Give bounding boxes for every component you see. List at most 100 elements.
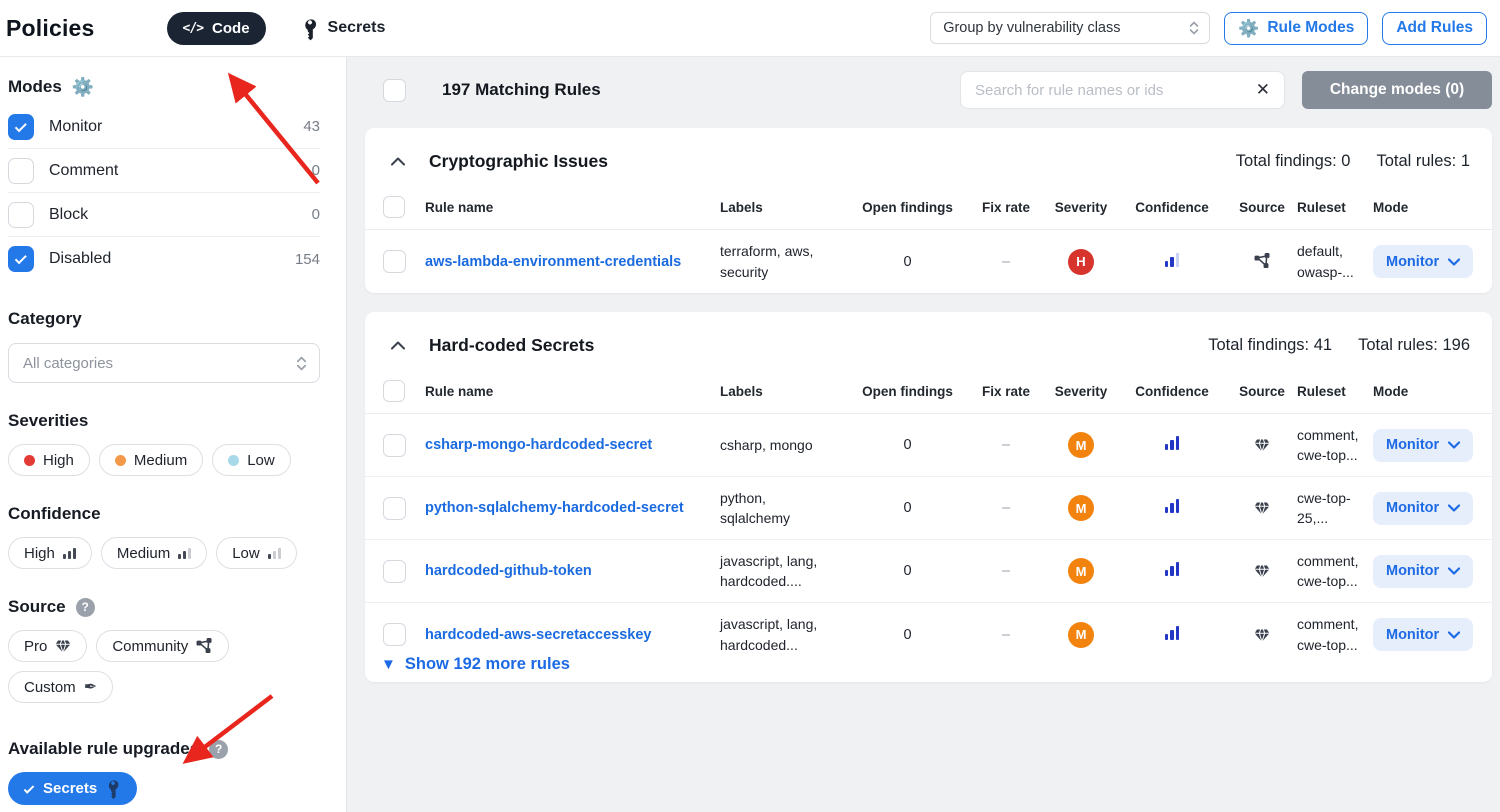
add-rules-button[interactable]: Add Rules <box>1382 12 1487 45</box>
rows-container: csharp-mongo-hardcoded-secret csharp, mo… <box>365 414 1492 653</box>
table-header: Rule name Labels Open findings Fix rate … <box>365 196 1492 230</box>
modes-title-text: Modes <box>8 77 62 97</box>
row-checkbox[interactable] <box>383 434 406 457</box>
select-group-checkbox[interactable] <box>383 196 405 218</box>
help-icon[interactable]: ? <box>76 598 95 617</box>
confidence-filter-high[interactable]: High <box>8 537 92 569</box>
rule-labels: javascript, lang, hardcoded.... <box>720 551 848 592</box>
row-checkbox[interactable] <box>383 623 406 646</box>
row-checkbox[interactable] <box>383 250 406 273</box>
tab-code[interactable]: </> Code <box>167 12 266 45</box>
mode-label: Comment <box>49 162 118 180</box>
checkbox-unchecked[interactable] <box>8 202 34 228</box>
table-row: hardcoded-aws-secretaccesskey javascript… <box>365 603 1492 653</box>
collapse-group-button[interactable] <box>387 337 409 354</box>
total-rules: Total rules: 1 <box>1376 152 1470 171</box>
fix-rate-value: – <box>1002 437 1010 453</box>
key-icon <box>103 778 124 799</box>
confidence-filter-low[interactable]: Low <box>216 537 297 569</box>
clear-search-icon[interactable]: ✕ <box>1254 80 1272 100</box>
open-findings-value: 0 <box>903 254 911 270</box>
severity-medium-badge: M <box>1068 558 1094 584</box>
rule-labels: python, sqlalchemy <box>720 488 848 529</box>
show-more-rules-button[interactable]: ▼ Show 192 more rules <box>365 653 586 682</box>
mode-value: Monitor <box>1386 563 1439 579</box>
mode-dropdown[interactable]: Monitor <box>1373 555 1473 588</box>
chevron-up-icon <box>391 341 405 350</box>
source-filter-community[interactable]: Community <box>96 630 229 662</box>
network-icon <box>196 638 213 655</box>
mode-filter-comment[interactable]: Comment 0 <box>8 149 320 193</box>
total-findings: Total findings: 0 <box>1236 152 1351 171</box>
ruleset-value: default, owasp-... <box>1297 241 1373 282</box>
gear-icon[interactable]: ⚙️ <box>72 78 94 96</box>
mode-dropdown[interactable]: Monitor <box>1373 492 1473 525</box>
category-section-title: Category <box>8 309 320 329</box>
fix-rate-value: – <box>1002 254 1010 270</box>
mode-count: 43 <box>303 118 320 135</box>
group-by-select[interactable]: Group by vulnerability class <box>930 12 1210 44</box>
rule-name-link[interactable]: aws-lambda-environment-credentials <box>425 254 720 270</box>
mode-dropdown[interactable]: Monitor <box>1373 618 1473 651</box>
ruleset-value: cwe-top-25,... <box>1297 488 1373 529</box>
fix-rate-value: – <box>1002 500 1010 516</box>
mode-value: Monitor <box>1386 627 1439 643</box>
col-source: Source <box>1239 384 1285 399</box>
select-all-checkbox[interactable] <box>383 79 406 102</box>
rule-search-input[interactable] <box>975 82 1254 99</box>
source-filter-pro[interactable]: Pro <box>8 630 87 662</box>
collapse-group-button[interactable] <box>387 153 409 170</box>
rule-name-link[interactable]: hardcoded-aws-secretaccesskey <box>425 627 720 643</box>
severity-filter-medium[interactable]: Medium <box>99 444 203 476</box>
help-icon[interactable]: ? <box>209 740 228 759</box>
rule-search: ✕ <box>960 71 1285 109</box>
severity-medium-badge: M <box>1068 622 1094 648</box>
table-header: Rule name Labels Open findings Fix rate … <box>365 380 1492 414</box>
select-group-checkbox[interactable] <box>383 380 405 402</box>
rule-name-link[interactable]: python-sqlalchemy-hardcoded-secret <box>425 500 720 516</box>
row-checkbox[interactable] <box>383 560 406 583</box>
chevron-down-icon <box>1448 258 1460 266</box>
change-modes-button[interactable]: Change modes (0) <box>1302 71 1492 109</box>
updown-chevron-icon <box>296 355 307 372</box>
rule-labels: csharp, mongo <box>720 435 848 455</box>
check-icon <box>24 783 35 794</box>
category-select[interactable]: All categories <box>8 343 320 383</box>
severity-filter-low[interactable]: Low <box>212 444 291 476</box>
top-bar: Policies </> Code Secrets Group by vulne… <box>0 0 1500 57</box>
col-ruleset: Ruleset <box>1297 200 1373 215</box>
secrets-upgrade-button[interactable]: Secrets <box>8 772 137 805</box>
open-findings-value: 0 <box>903 437 911 453</box>
row-checkbox[interactable] <box>383 497 406 520</box>
source-filter-custom[interactable]: Custom ✒︎ <box>8 671 113 703</box>
mode-filter-disabled[interactable]: Disabled 154 <box>8 237 320 281</box>
secrets-upgrade-label: Secrets <box>43 780 97 797</box>
checkbox-unchecked[interactable] <box>8 158 34 184</box>
confidence-bars-icon <box>1165 499 1180 513</box>
severity-high-badge: H <box>1068 249 1094 275</box>
topbar-actions: Group by vulnerability class ⚙️ Rule Mod… <box>930 12 1487 45</box>
checkbox-checked[interactable] <box>8 114 34 140</box>
tab-secrets[interactable]: Secrets <box>302 19 386 37</box>
upgrades-title-text: Available rule upgrades <box>8 739 199 759</box>
medium-severity-dot-icon <box>115 455 126 466</box>
mode-dropdown[interactable]: Monitor <box>1373 245 1473 278</box>
mode-dropdown[interactable]: Monitor <box>1373 429 1473 462</box>
mode-filter-block[interactable]: Block 0 <box>8 193 320 237</box>
confidence-filter-medium[interactable]: Medium <box>101 537 207 569</box>
mode-value: Monitor <box>1386 500 1439 516</box>
modes-section-title: Modes ⚙️ <box>8 77 320 97</box>
table-row: csharp-mongo-hardcoded-secret csharp, mo… <box>365 414 1492 477</box>
mode-filter-monitor[interactable]: Monitor 43 <box>8 105 320 149</box>
diamond-icon <box>55 638 71 654</box>
triangle-down-icon: ▼ <box>381 656 396 673</box>
tab-code-label: Code <box>212 20 250 37</box>
rule-modes-button[interactable]: ⚙️ Rule Modes <box>1224 12 1368 45</box>
checkbox-checked[interactable] <box>8 246 34 272</box>
matching-rules-count: 197 Matching Rules <box>442 80 601 100</box>
add-rules-label: Add Rules <box>1396 19 1473 37</box>
code-icon: </> <box>183 21 203 36</box>
severity-filter-high[interactable]: High <box>8 444 90 476</box>
rule-name-link[interactable]: hardcoded-github-token <box>425 563 720 579</box>
rule-name-link[interactable]: csharp-mongo-hardcoded-secret <box>425 437 720 453</box>
